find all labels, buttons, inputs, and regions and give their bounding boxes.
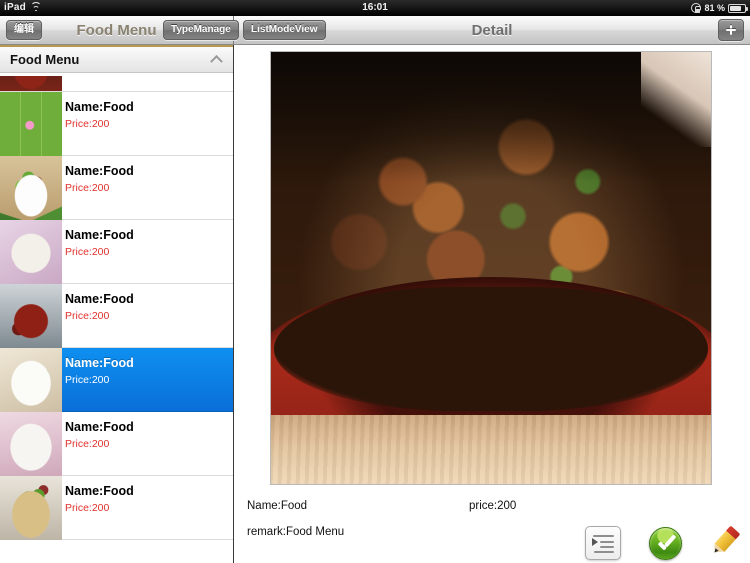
wooden-table-surface — [271, 414, 711, 484]
list-item[interactable]: Name:Food Price:200 — [0, 412, 233, 476]
sidebar: Food Menu Name:Food Price:200 Name:Food Pri… — [0, 45, 234, 563]
chevron-up-icon[interactable] — [210, 54, 223, 68]
detail-remark-label: remark:Food Menu — [247, 526, 345, 538]
list-item-price: Price:200 — [65, 118, 110, 130]
carrier-label: iPad — [4, 2, 26, 13]
list-item-name: Name:Food — [65, 420, 134, 434]
photo-corner-highlight — [640, 52, 711, 148]
list-item-price: Price:200 — [65, 182, 110, 194]
list-item-name: Name:Food — [65, 228, 134, 242]
food-thumbnail — [0, 156, 62, 220]
sidebar-section-header[interactable]: Food Menu — [0, 45, 233, 73]
detail-photo-frame[interactable] — [270, 51, 712, 485]
navigation-bars: 编辑 Food Menu TypeManage ListModeView Det… — [0, 16, 750, 45]
battery-icon — [728, 3, 748, 13]
food-list-rows: Name:Food Price:200 Name:Food Price:200 Name… — [0, 92, 233, 540]
list-item[interactable]: Name:Food Price:200 — [0, 284, 233, 348]
list-item-partial[interactable] — [0, 76, 233, 92]
right-navigation-bar: ListModeView Detail — [234, 16, 750, 45]
list-item-name: Name:Food — [65, 100, 134, 114]
add-button[interactable] — [718, 19, 744, 41]
pencil-edit-icon[interactable] — [709, 524, 744, 560]
list-item-price: Price:200 — [65, 374, 110, 386]
list-item[interactable]: Name:Food Price:200 — [0, 156, 233, 220]
list-item-text: Name:Food Price:200 — [62, 412, 233, 475]
status-bar: iPad 16:01 81 % — [0, 0, 750, 16]
detail-panel: Name:Food price:200 remark:Food Menu — [235, 45, 750, 563]
list-item[interactable]: Name:Food Price:200 — [0, 92, 233, 156]
food-thumbnail — [0, 412, 62, 476]
sidebar-section-title: Food Menu — [10, 52, 80, 67]
left-navigation-bar: 编辑 Food Menu TypeManage — [0, 16, 239, 45]
list-item-price: Price:200 — [65, 438, 110, 450]
braised-chicken-photo — [271, 52, 711, 484]
status-bar-time: 16:01 — [362, 2, 388, 13]
list-item-text: Name:Food Price:200 — [62, 220, 233, 283]
detail-action-buttons — [585, 524, 744, 560]
rotation-lock-icon — [691, 3, 702, 13]
wifi-icon — [30, 2, 42, 13]
list-item[interactable]: Name:Food Price:200 — [0, 220, 233, 284]
app-root: iPad 16:01 81 % 编辑 Food Menu TypeManage … — [0, 0, 750, 563]
food-thumbnail — [0, 92, 62, 156]
detail-name-label: Name:Food — [247, 500, 308, 512]
list-item-text: Name:Food Price:200 — [62, 284, 233, 347]
edit-button[interactable]: 编辑 — [6, 20, 42, 40]
food-thumbnail — [0, 348, 62, 412]
list-item-name: Name:Food — [65, 484, 134, 498]
list-item-text: Name:Food Price:200 — [62, 156, 233, 219]
food-thumbnail — [0, 284, 62, 348]
list-item-name: Name:Food — [65, 164, 134, 178]
list-item-price: Price:200 — [65, 310, 110, 322]
food-thumbnail — [0, 76, 62, 91]
status-bar-right: 81 % — [550, 0, 750, 16]
list-item-name: Name:Food — [65, 356, 134, 370]
list-mode-view-button[interactable]: ListModeView — [243, 20, 326, 40]
list-item-text: Name:Food Price:200 — [62, 92, 233, 155]
detail-name-price-row: Name:Food price:200 — [247, 500, 740, 526]
green-check-icon[interactable] — [649, 527, 682, 560]
list-item-text: Name:Food Price:200 — [62, 476, 233, 539]
battery-percent-label: 81 % — [704, 3, 725, 13]
food-thumbnail — [0, 476, 62, 540]
list-item-text: Name:Food Price:200 — [62, 348, 233, 411]
list-item[interactable]: Name:Food Price:200 — [0, 476, 233, 540]
list-item-price: Price:200 — [65, 502, 110, 514]
type-manage-button[interactable]: TypeManage — [163, 20, 239, 40]
list-item-name: Name:Food — [65, 292, 134, 306]
status-bar-left: iPad — [0, 0, 200, 16]
detail-price-label: price:200 — [469, 500, 517, 512]
list-item[interactable]: Name:Food Price:200 — [0, 348, 233, 412]
food-thumbnail — [0, 220, 62, 284]
list-item-price: Price:200 — [65, 246, 110, 258]
food-list[interactable]: Name:Food Price:200 Name:Food Price:200 Name… — [0, 76, 233, 563]
list-indent-icon[interactable] — [585, 526, 621, 560]
